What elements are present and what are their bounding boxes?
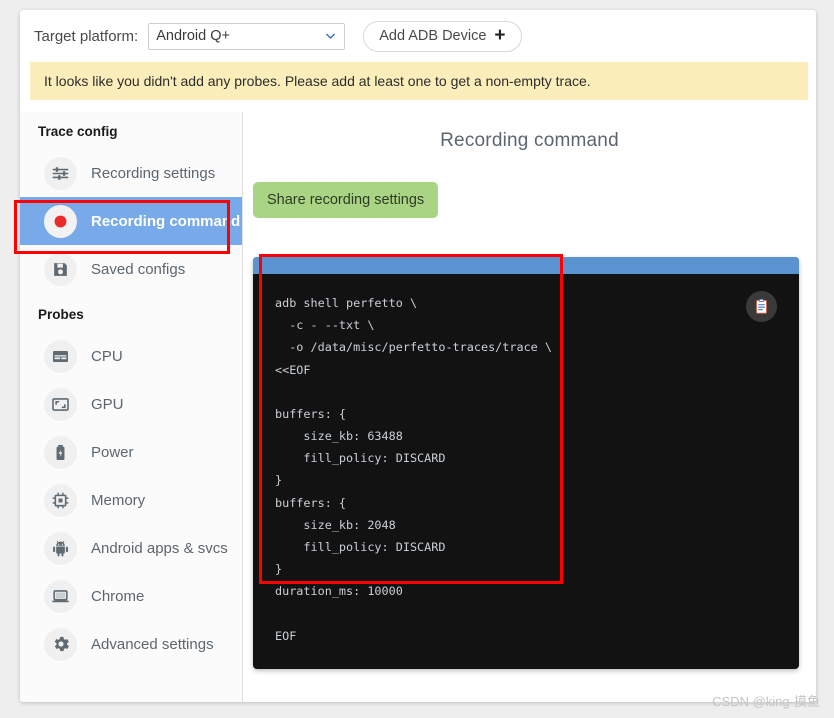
sidebar-item-power[interactable]: Power xyxy=(20,428,242,476)
chevron-down-icon xyxy=(326,33,336,39)
add-adb-device-button[interactable]: Add ADB Device + xyxy=(363,20,522,52)
sidebar-item-label: Memory xyxy=(91,491,146,509)
target-platform-select[interactable]: Android Q+ xyxy=(148,22,346,50)
page-title: Recording command xyxy=(440,130,619,151)
cpu-icon xyxy=(44,339,77,373)
sidebar-item-advanced-settings[interactable]: Advanced settings xyxy=(20,620,242,668)
sidebar-item-recording-command[interactable]: Recording command xyxy=(20,197,242,245)
sidebar-section-probes: Probes xyxy=(38,307,84,322)
target-platform-label: Target platform: xyxy=(34,27,139,45)
sidebar-item-android-apps-svcs[interactable]: Android apps & svcs xyxy=(20,524,242,572)
content-area: Trace config Recording settings Recordin… xyxy=(20,112,816,702)
sidebar-item-chrome[interactable]: Chrome xyxy=(20,572,242,620)
add-adb-device-label: Add ADB Device xyxy=(379,28,487,44)
record-icon xyxy=(44,204,77,238)
no-probes-warning-banner: It looks like you didn't add any probes.… xyxy=(30,62,808,100)
sidebar-item-cpu[interactable]: CPU xyxy=(20,332,242,380)
codeblock-body: adb shell perfetto \ -c - --txt \ -o /da… xyxy=(253,274,799,669)
warning-text: It looks like you didn't add any probes.… xyxy=(44,73,591,89)
sidebar-item-recording-settings[interactable]: Recording settings xyxy=(20,149,242,197)
sidebar-item-label: GPU xyxy=(91,395,124,413)
sidebar: Trace config Recording settings Recordin… xyxy=(20,112,243,702)
laptop-icon xyxy=(44,579,77,613)
codeblock-header-bar xyxy=(253,257,799,274)
main-card: Target platform: Android Q+ Add ADB Devi… xyxy=(20,10,816,702)
recording-command-text[interactable]: adb shell perfetto \ -c - --txt \ -o /da… xyxy=(275,292,783,647)
watermark: CSDN @king-摸鱼 xyxy=(712,694,820,709)
clipboard-copy-icon[interactable] xyxy=(746,291,777,322)
sidebar-item-label: Power xyxy=(91,443,134,461)
battery-icon xyxy=(44,435,77,469)
memory-chip-icon xyxy=(44,483,77,517)
plus-icon: + xyxy=(494,24,506,46)
app-root: Target platform: Android Q+ Add ADB Devi… xyxy=(0,0,834,718)
save-disk-icon xyxy=(44,252,77,286)
recording-command-codeblock: adb shell perfetto \ -c - --txt \ -o /da… xyxy=(253,257,799,669)
top-toolbar: Target platform: Android Q+ Add ADB Devi… xyxy=(20,10,816,62)
sidebar-item-saved-configs[interactable]: Saved configs xyxy=(20,245,242,293)
android-icon xyxy=(44,531,77,565)
sidebar-item-label: Saved configs xyxy=(91,260,186,278)
gpu-icon xyxy=(44,387,77,421)
sidebar-item-label: Advanced settings xyxy=(91,635,214,653)
sidebar-item-memory[interactable]: Memory xyxy=(20,476,242,524)
sidebar-item-label: Recording command xyxy=(91,212,241,230)
sidebar-item-label: Recording settings xyxy=(91,164,216,182)
sidebar-item-label: Chrome xyxy=(91,587,145,605)
share-recording-settings-button[interactable]: Share recording settings xyxy=(253,182,439,218)
sidebar-item-gpu[interactable]: GPU xyxy=(20,380,242,428)
sidebar-item-label: CPU xyxy=(91,347,123,365)
target-platform-value: Android Q+ xyxy=(156,28,230,44)
sidebar-section-trace-config: Trace config xyxy=(38,124,118,139)
sidebar-item-label: Android apps & svcs xyxy=(91,539,228,557)
gear-icon xyxy=(44,627,77,661)
main-panel: Recording command Share recording settin… xyxy=(243,112,816,702)
sliders-icon xyxy=(44,156,77,190)
